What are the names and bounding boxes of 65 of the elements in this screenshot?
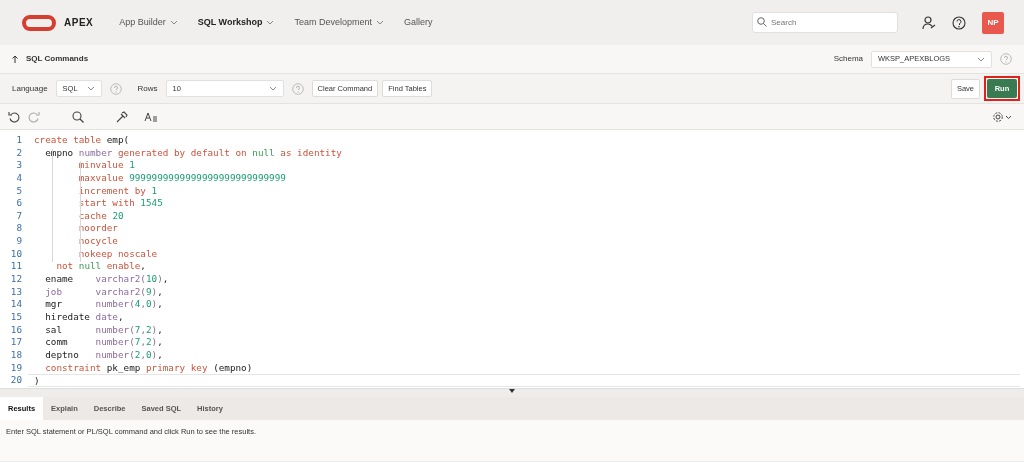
chevron-down-icon bbox=[86, 86, 95, 91]
code-line: not null enable, bbox=[55, 260, 147, 274]
hammer-icon[interactable] bbox=[116, 110, 128, 123]
chevron-down-icon bbox=[169, 20, 178, 25]
code-line: noorder bbox=[77, 222, 119, 236]
rows-label: Rows bbox=[137, 82, 158, 95]
chevron-down-icon bbox=[266, 20, 275, 25]
nav-menu-item[interactable]: SQL Workshop bbox=[187, 15, 285, 30]
line-number: 3 bbox=[15, 159, 23, 172]
page-title: SQL Commands bbox=[26, 53, 89, 65]
logo-text: APEX bbox=[64, 16, 94, 30]
line-number: 2 bbox=[15, 146, 23, 160]
up-arrow-icon[interactable] bbox=[12, 55, 18, 63]
search-icon bbox=[757, 17, 767, 27]
code-line: sal number(7,2), bbox=[44, 323, 164, 337]
line-number: 10 bbox=[9, 247, 23, 261]
line-number: 15 bbox=[9, 310, 23, 324]
nav-menu-item[interactable]: Gallery bbox=[394, 15, 443, 30]
logo-icon[interactable] bbox=[22, 14, 56, 31]
settings-icon[interactable] bbox=[992, 110, 1012, 123]
line-number: 19 bbox=[9, 361, 23, 375]
line-number: 16 bbox=[9, 323, 23, 337]
line-number: 13 bbox=[9, 285, 23, 299]
language-label: Language bbox=[12, 82, 48, 95]
line-number: 1 bbox=[15, 134, 23, 147]
code-line: mgr number(4,0), bbox=[44, 298, 164, 311]
code-line: maxvalue 9999999999999999999999999999 bbox=[77, 171, 287, 185]
line-number: 12 bbox=[9, 273, 23, 286]
chevron-down-icon bbox=[376, 20, 384, 25]
line-number: 8 bbox=[15, 222, 23, 236]
chevron-down-icon bbox=[977, 56, 985, 62]
help-icon[interactable] bbox=[952, 15, 966, 30]
line-number: 6 bbox=[15, 197, 23, 210]
code-line: deptno number(2,0), bbox=[44, 348, 164, 362]
code-line: empno number generated by default on null as identity bbox=[44, 146, 343, 160]
code-line: increment by 1 bbox=[77, 184, 159, 198]
line-number: 14 bbox=[9, 298, 23, 311]
code-line: create table emp( bbox=[33, 134, 131, 147]
line-number: 18 bbox=[9, 348, 23, 362]
code-line: hiredate date, bbox=[44, 310, 125, 324]
line-number: 17 bbox=[9, 336, 23, 349]
chevron-down-icon bbox=[268, 86, 277, 91]
user-avatar[interactable]: NP bbox=[982, 11, 1004, 34]
line-number: 4 bbox=[15, 171, 23, 185]
code-line: ) bbox=[28, 374, 1020, 387]
line-number: 5 bbox=[15, 184, 23, 198]
user-settings-icon[interactable] bbox=[922, 15, 936, 30]
schema-label: Schema bbox=[833, 53, 863, 65]
code-line: constraint pk_emp primary key (empno) bbox=[44, 361, 254, 375]
code-line: nocycle bbox=[77, 235, 119, 248]
code-line: comm number(7,2), bbox=[44, 336, 164, 349]
format-icon[interactable] bbox=[144, 110, 158, 123]
code-line: nokeep noscale bbox=[77, 247, 159, 261]
search-icon[interactable] bbox=[72, 110, 84, 123]
nav-menu-item[interactable]: Team Development bbox=[284, 15, 394, 30]
line-number: 7 bbox=[15, 209, 23, 223]
code-line: minvalue 1 bbox=[77, 159, 136, 172]
code-line: job varchar2(9), bbox=[44, 285, 164, 299]
line-number: 11 bbox=[9, 260, 23, 274]
line-number: 9 bbox=[15, 235, 23, 248]
undo-icon[interactable] bbox=[8, 110, 20, 123]
nav-menu-item[interactable]: App Builder bbox=[109, 15, 188, 30]
line-number: 20 bbox=[9, 374, 23, 387]
search-field[interactable]: Search bbox=[752, 12, 898, 33]
code-line: ename varchar2(10), bbox=[44, 273, 170, 286]
